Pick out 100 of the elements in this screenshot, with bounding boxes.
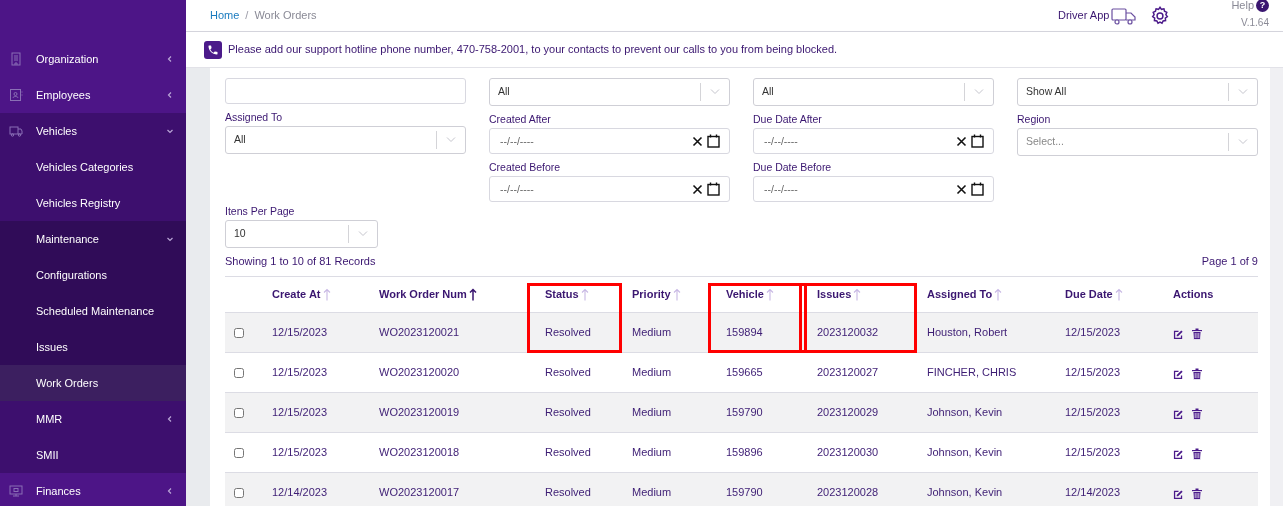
table-cell: 2023120029 xyxy=(817,406,879,419)
clear-icon[interactable] xyxy=(692,135,703,147)
chevron-down-icon xyxy=(974,89,984,95)
sidebar-item[interactable]: Vehicles Registry xyxy=(0,185,186,221)
scrollbar[interactable] xyxy=(1270,68,1283,506)
field-label: Due Date Before xyxy=(753,160,833,174)
dropdown-field[interactable]: All xyxy=(753,78,994,106)
clear-icon[interactable] xyxy=(956,135,967,147)
table-cell: 2023120027 xyxy=(817,366,879,379)
row-checkbox[interactable] xyxy=(234,448,244,459)
chevron-left-icon xyxy=(166,487,174,495)
date-field[interactable]: --/--/---- xyxy=(753,176,994,202)
column-header[interactable]: Status xyxy=(545,286,579,303)
row-checkbox[interactable] xyxy=(234,488,244,499)
column-header[interactable]: Create At xyxy=(272,286,321,303)
column-header[interactable]: Vehicle xyxy=(726,286,764,303)
trash-icon[interactable] xyxy=(1192,488,1202,500)
dropdown-field[interactable]: All xyxy=(225,126,466,154)
field-label: Created After xyxy=(489,112,552,126)
column-header[interactable]: Work Order Num xyxy=(379,286,467,303)
phone-icon xyxy=(204,40,222,59)
breadcrumb-separator: / xyxy=(245,8,249,24)
edit-icon[interactable] xyxy=(1173,488,1184,500)
building-icon xyxy=(9,52,23,66)
date-field[interactable]: --/--/---- xyxy=(753,128,994,154)
table-cell: 12/15/2023 xyxy=(1065,366,1121,379)
table-cell: WO2023120020 xyxy=(379,366,460,379)
edit-icon[interactable] xyxy=(1173,448,1184,460)
table-cell: 159790 xyxy=(726,486,763,499)
sort-arrow-icon[interactable] xyxy=(468,288,477,301)
trash-icon[interactable] xyxy=(1192,368,1202,380)
field-label: Assigned To xyxy=(225,110,283,124)
column-header[interactable]: Priority xyxy=(632,286,671,303)
edit-icon[interactable] xyxy=(1173,368,1184,380)
table-cell: WO2023120018 xyxy=(379,446,460,459)
row-checkbox[interactable] xyxy=(234,368,244,379)
chevron-down-icon xyxy=(166,127,174,135)
table-cell: Medium xyxy=(632,366,672,379)
row-checkbox[interactable] xyxy=(234,408,244,419)
truck-icon xyxy=(9,124,23,138)
table-cell: 12/15/2023 xyxy=(272,406,328,419)
sidebar-item[interactable]: Scheduled Maintenance xyxy=(0,293,186,329)
field-label: Due Date After xyxy=(753,112,823,126)
sidebar-item[interactable]: SMII xyxy=(0,437,186,473)
sidebar-item[interactable]: Work Orders xyxy=(0,365,186,401)
field-label: Region xyxy=(1017,112,1052,126)
table-cell: Johnson, Kevin xyxy=(927,406,1003,419)
trash-icon[interactable] xyxy=(1192,448,1202,460)
calendar-icon[interactable] xyxy=(707,134,720,148)
dropdown-field[interactable]: 10 xyxy=(225,220,378,248)
column-header[interactable]: Assigned To xyxy=(927,286,993,303)
table-cell: 12/15/2023 xyxy=(272,326,328,339)
sidebar-item[interactable]: MMR xyxy=(0,401,186,437)
dropdown-field[interactable]: Show All xyxy=(1017,78,1258,106)
id-badge-icon xyxy=(9,88,23,102)
column-header[interactable]: Due Date xyxy=(1065,286,1113,303)
hotline-notice: Please add our support hotline phone number, 470-758-2001, to your contacts to prevent our calls to you from being blocked. xyxy=(228,42,838,58)
table-cell: WO2023120019 xyxy=(379,406,460,419)
table-cell: 12/15/2023 xyxy=(272,446,328,459)
sidebar-item[interactable]: Vehicles Categories xyxy=(0,149,186,185)
sidebar-item[interactable]: Configurations xyxy=(0,257,186,293)
sidebar-item[interactable]: Maintenance xyxy=(0,221,186,257)
date-field[interactable]: --/--/---- xyxy=(489,176,730,202)
chevron-left-icon xyxy=(166,55,174,63)
breadcrumb-current: Work Orders xyxy=(254,8,317,24)
dropdown-field[interactable]: All xyxy=(489,78,730,106)
chevron-down-icon xyxy=(166,235,174,243)
trash-icon[interactable] xyxy=(1192,408,1202,420)
dropdown-field[interactable]: Select... xyxy=(1017,128,1258,156)
chevron-down-icon xyxy=(1238,139,1248,145)
table-cell: 12/15/2023 xyxy=(1065,446,1121,459)
help-link[interactable]: Help ? xyxy=(1231,0,1269,14)
trash-icon[interactable] xyxy=(1192,328,1202,340)
table-cell: Resolved xyxy=(545,406,591,419)
clear-icon[interactable] xyxy=(692,183,703,195)
edit-icon[interactable] xyxy=(1173,328,1184,340)
table-cell: Resolved xyxy=(545,446,591,459)
calendar-icon[interactable] xyxy=(707,182,720,196)
sidebar-item[interactable]: Vehicles xyxy=(0,113,186,149)
sidebar-item[interactable]: Issues xyxy=(0,329,186,365)
clear-icon[interactable] xyxy=(956,183,967,195)
row-checkbox[interactable] xyxy=(234,328,244,339)
edit-icon[interactable] xyxy=(1173,408,1184,420)
date-field[interactable]: --/--/---- xyxy=(489,128,730,154)
calendar-icon[interactable] xyxy=(971,134,984,148)
calendar-icon[interactable] xyxy=(971,182,984,196)
text-field[interactable] xyxy=(225,78,466,104)
table-cell: 12/14/2023 xyxy=(272,486,328,499)
column-header[interactable]: Actions xyxy=(1173,286,1214,303)
table-cell: Resolved xyxy=(545,486,591,499)
table-cell: 2023120032 xyxy=(817,326,879,339)
table-cell: WO2023120017 xyxy=(379,486,460,499)
monitor-icon xyxy=(9,484,23,498)
column-header[interactable]: Issues xyxy=(817,286,852,303)
driver-app-link[interactable]: Driver App xyxy=(1058,5,1138,26)
table-cell: 159790 xyxy=(726,406,763,419)
table-cell: Medium xyxy=(632,326,672,339)
table-cell: WO2023120021 xyxy=(379,326,460,339)
breadcrumb-link[interactable]: Home xyxy=(210,7,240,24)
records-summary: Showing 1 to 10 of 81 Records xyxy=(225,253,376,269)
